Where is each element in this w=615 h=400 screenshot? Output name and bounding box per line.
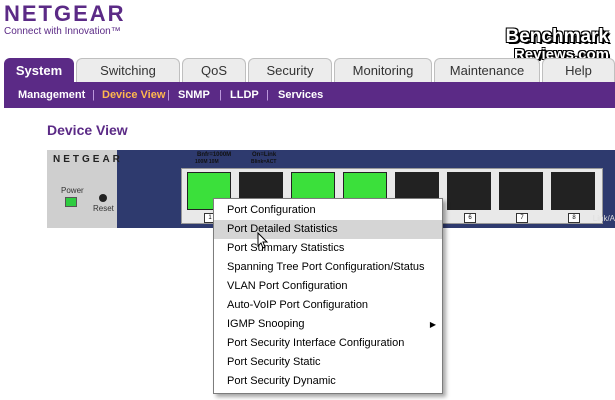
power-led-icon: [65, 197, 77, 207]
logo-name: NETGEAR: [4, 1, 126, 26]
sub-navigation: Management | Device View | SNMP | LLDP |…: [4, 82, 615, 108]
subnav-separator: |: [92, 89, 95, 101]
subnav-separator: |: [167, 89, 170, 101]
speed-legend-sub: 100M 10M: [195, 159, 219, 165]
speed-legend: Bnfr=1000M: [197, 152, 232, 158]
netgear-logo: NETGEAR Connect with Innovation™: [4, 1, 126, 38]
tab-switching[interactable]: Switching: [76, 58, 180, 82]
link-legend: On=Link: [252, 152, 277, 158]
tab-security[interactable]: Security: [248, 58, 332, 82]
menu-item-igmp-snooping[interactable]: IGMP Snooping ▶: [214, 315, 442, 334]
tab-qos[interactable]: QoS: [182, 58, 246, 82]
port-6[interactable]: [447, 172, 491, 210]
port-number: 7: [516, 213, 528, 223]
menu-item-spanning-tree-port[interactable]: Spanning Tree Port Configuration/Status: [214, 258, 442, 277]
power-label: Power: [61, 186, 84, 195]
subnav-snmp[interactable]: SNMP: [178, 82, 210, 108]
subnav-separator: |: [219, 89, 222, 101]
subnav-management[interactable]: Management: [18, 82, 85, 108]
device-brand: NETGEAR: [53, 154, 123, 165]
menu-item-port-security-dynamic[interactable]: Port Security Dynamic: [214, 372, 442, 391]
port-context-menu: Port Configuration Port Detailed Statist…: [213, 198, 443, 394]
subnav-lldp[interactable]: LLDP: [230, 82, 259, 108]
subnav-device-view[interactable]: Device View: [102, 82, 165, 108]
menu-item-vlan-port-configuration[interactable]: VLAN Port Configuration: [214, 277, 442, 296]
port-number: 6: [464, 213, 476, 223]
port-number: 8: [568, 213, 580, 223]
reset-label: Reset: [93, 204, 114, 213]
link-legend-sub: Blink=ACT: [251, 159, 277, 165]
page-title: Device View: [47, 122, 128, 138]
menu-item-auto-voip-port-configuration[interactable]: Auto-VoIP Port Configuration: [214, 296, 442, 315]
watermark-line1: Benchmark: [505, 26, 610, 47]
port-8[interactable]: [551, 172, 595, 210]
tab-system[interactable]: System: [4, 58, 74, 82]
port-7[interactable]: [499, 172, 543, 210]
reset-button[interactable]: [99, 194, 107, 202]
tab-monitoring[interactable]: Monitoring: [334, 58, 432, 82]
logo-tagline: Connect with Innovation™: [4, 26, 121, 37]
tab-maintenance[interactable]: Maintenance: [434, 58, 540, 82]
device-left-panel: NETGEAR Power Reset: [47, 150, 120, 228]
menu-item-port-security-interface[interactable]: Port Security Interface Configuration: [214, 334, 442, 353]
main-tabs: System Switching QoS Security Monitoring…: [4, 58, 615, 82]
subnav-separator: |: [266, 89, 269, 101]
menu-item-igmp-snooping-label: IGMP Snooping: [227, 318, 305, 330]
submenu-arrow-icon: ▶: [429, 320, 436, 329]
menu-item-port-security-static[interactable]: Port Security Static: [214, 353, 442, 372]
menu-item-port-configuration[interactable]: Port Configuration: [214, 201, 442, 220]
menu-item-port-detailed-statistics[interactable]: Port Detailed Statistics: [214, 220, 442, 239]
subnav-services[interactable]: Services: [278, 82, 323, 108]
mouse-cursor-icon: [257, 232, 269, 249]
link-activity-label: Link/A: [592, 214, 615, 223]
menu-item-port-summary-statistics[interactable]: Port Summary Statistics: [214, 239, 442, 258]
tab-help[interactable]: Help: [542, 58, 615, 82]
